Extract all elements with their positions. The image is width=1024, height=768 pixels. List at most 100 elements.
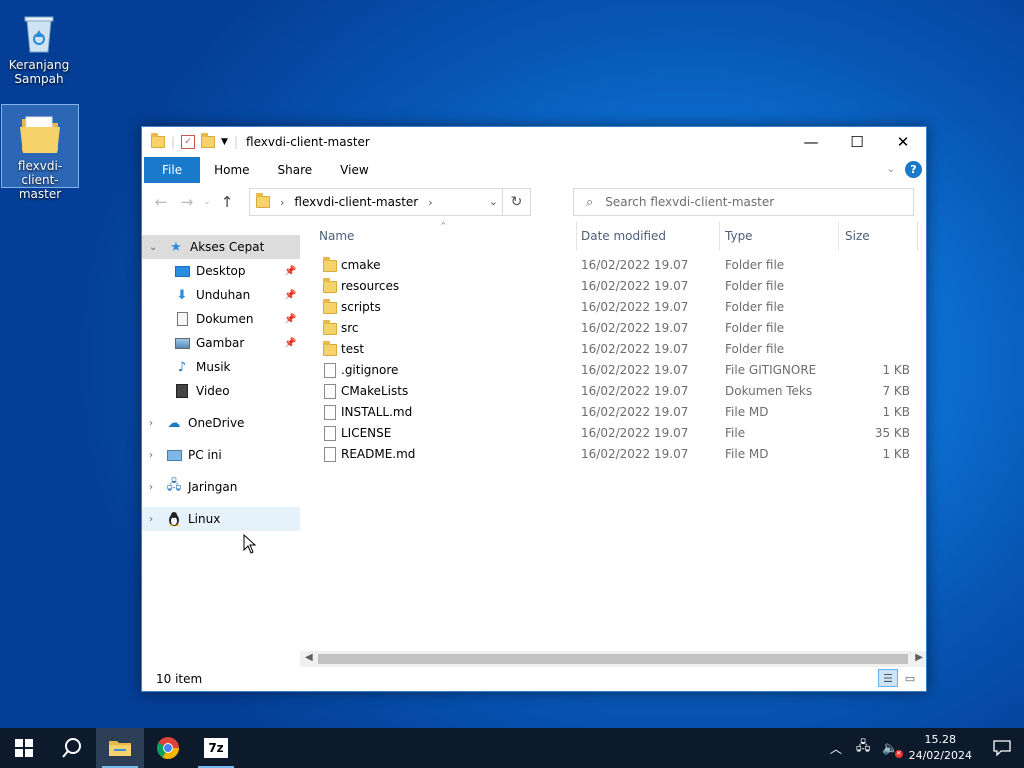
nav-item-jaringan[interactable]: › 🖧 Jaringan bbox=[142, 475, 300, 499]
folder-icon bbox=[323, 320, 337, 336]
nav-item-onedrive[interactable]: › ☁ OneDrive bbox=[142, 411, 300, 435]
table-row[interactable]: cmake 16/02/2022 19.07 Folder file bbox=[300, 255, 926, 276]
file-icon bbox=[323, 446, 337, 462]
7zip-icon: 7z bbox=[204, 738, 228, 758]
minimize-button[interactable]: — bbox=[788, 127, 834, 157]
table-row[interactable]: test 16/02/2022 19.07 Folder file bbox=[300, 339, 926, 360]
properties-icon[interactable]: ✓ bbox=[181, 135, 196, 149]
notification-button[interactable] bbox=[980, 728, 1024, 768]
back-icon[interactable]: ← bbox=[148, 193, 174, 211]
nav-item-musik[interactable]: ♪ Musik bbox=[142, 355, 300, 379]
start-button[interactable] bbox=[0, 728, 48, 768]
file-name: src bbox=[341, 321, 359, 335]
new-folder-icon[interactable] bbox=[201, 133, 216, 148]
expand-icon[interactable]: › bbox=[149, 482, 153, 493]
file-size: 1 KB bbox=[882, 363, 910, 377]
address-bar[interactable]: › flexvdi-client-master › ⌄ ↻ bbox=[249, 188, 531, 216]
search-button[interactable] bbox=[48, 728, 96, 768]
up-icon[interactable]: ↑ bbox=[214, 193, 240, 211]
chevron-right-icon[interactable]: › bbox=[428, 196, 432, 209]
music-icon: ♪ bbox=[177, 359, 187, 375]
file-icon bbox=[323, 362, 337, 378]
tab-share[interactable]: Share bbox=[264, 157, 327, 183]
recent-locations-icon[interactable]: ⌄ bbox=[200, 197, 214, 207]
scroll-right-icon[interactable]: ▶ bbox=[915, 652, 923, 663]
table-row[interactable]: .gitignore 16/02/2022 19.07 File GITIGNO… bbox=[300, 360, 926, 381]
clock[interactable]: 15.28 24/02/2024 bbox=[909, 732, 972, 764]
expand-icon[interactable]: › bbox=[149, 514, 153, 525]
title-bar[interactable]: | ✓ ▼ | flexvdi-client-master — ☐ ✕ bbox=[142, 127, 926, 157]
large-icons-view-icon[interactable]: ▭ bbox=[900, 669, 920, 687]
chevron-up-icon[interactable]: ︿ bbox=[830, 740, 842, 757]
pin-icon[interactable]: 📌 bbox=[284, 314, 296, 325]
horizontal-scrollbar[interactable]: ◀ ▶ bbox=[300, 651, 926, 667]
scrollbar-thumb[interactable] bbox=[318, 654, 908, 664]
computer-icon bbox=[166, 447, 182, 463]
table-row[interactable]: scripts 16/02/2022 19.07 Folder file bbox=[300, 297, 926, 318]
nav-item-desktop[interactable]: Desktop 📌 bbox=[142, 259, 300, 283]
nav-item-linux[interactable]: › Linux bbox=[142, 507, 300, 531]
chevron-down-icon[interactable]: ⌄ bbox=[489, 195, 498, 208]
details-view-icon[interactable]: ☰ bbox=[878, 669, 898, 687]
maximize-button[interactable]: ☐ bbox=[834, 127, 880, 157]
folder-icon bbox=[256, 193, 270, 208]
tab-file[interactable]: File bbox=[144, 157, 201, 183]
file-type: File MD bbox=[725, 447, 769, 461]
forward-icon[interactable]: → bbox=[174, 193, 200, 211]
pin-icon[interactable]: 📌 bbox=[284, 338, 296, 349]
file-list: ^ Name Date modified Type Size cmake 16/… bbox=[300, 221, 926, 681]
tab-view[interactable]: View bbox=[326, 157, 382, 183]
desktop-icon-flexvdi-folder[interactable]: flexvdi-client-master bbox=[1, 104, 79, 201]
nav-item-pc[interactable]: › PC ini bbox=[142, 443, 300, 467]
file-type: Folder file bbox=[725, 300, 785, 314]
taskbar: 7z ︿ 🖧 🔈 ✕ 15.28 24/02/2024 bbox=[0, 728, 1024, 768]
scroll-left-icon[interactable]: ◀ bbox=[305, 652, 313, 663]
nav-label: Akses Cepat bbox=[190, 240, 265, 254]
expand-ribbon-icon[interactable]: ⌄ bbox=[887, 164, 895, 175]
customize-toolbar-icon[interactable]: ▼ bbox=[221, 137, 228, 147]
nav-quick-access[interactable]: ⌄ ★ Akses Cepat bbox=[142, 235, 300, 259]
pin-icon[interactable]: 📌 bbox=[284, 290, 296, 301]
table-row[interactable]: src 16/02/2022 19.07 Folder file bbox=[300, 318, 926, 339]
refresh-icon[interactable]: ↻ bbox=[502, 189, 530, 215]
file-size: 1 KB bbox=[882, 447, 910, 461]
breadcrumb[interactable]: flexvdi-client-master bbox=[294, 195, 418, 209]
file-type: File GITIGNORE bbox=[725, 363, 817, 377]
search-input[interactable]: ⌕ Search flexvdi-client-master bbox=[573, 188, 914, 216]
desktop-icon-recycle-bin[interactable]: Keranjang Sampah bbox=[0, 4, 78, 86]
taskbar-chrome[interactable] bbox=[144, 728, 192, 768]
expand-icon[interactable]: › bbox=[149, 450, 153, 461]
column-header-size[interactable]: Size bbox=[838, 221, 918, 251]
file-date: 16/02/2022 19.07 bbox=[581, 405, 689, 419]
column-header-type[interactable]: Type bbox=[719, 221, 839, 251]
tab-home[interactable]: Home bbox=[200, 157, 263, 183]
nav-label: Jaringan bbox=[188, 480, 238, 494]
help-icon[interactable]: ? bbox=[905, 161, 922, 178]
nav-item-dokumen[interactable]: Dokumen 📌 bbox=[142, 307, 300, 331]
column-header-name[interactable]: Name bbox=[300, 221, 558, 251]
nav-item-gambar[interactable]: Gambar 📌 bbox=[142, 331, 300, 355]
table-row[interactable]: CMakeLists 16/02/2022 19.07 Dokumen Teks… bbox=[300, 381, 926, 402]
pin-icon[interactable]: 📌 bbox=[284, 266, 296, 277]
file-date: 16/02/2022 19.07 bbox=[581, 342, 689, 356]
column-header-date[interactable]: Date modified bbox=[576, 221, 720, 251]
expand-icon[interactable]: › bbox=[149, 418, 153, 429]
file-date: 16/02/2022 19.07 bbox=[581, 279, 689, 293]
nav-item-video[interactable]: Video bbox=[142, 379, 300, 403]
collapse-icon[interactable]: ⌄ bbox=[149, 242, 157, 253]
table-row[interactable]: resources 16/02/2022 19.07 Folder file bbox=[300, 276, 926, 297]
column-label: Size bbox=[845, 229, 870, 243]
table-row[interactable]: README.md 16/02/2022 19.07 File MD 1 KB bbox=[300, 444, 926, 465]
file-type: Folder file bbox=[725, 321, 785, 335]
table-row[interactable]: LICENSE 16/02/2022 19.07 File 35 KB bbox=[300, 423, 926, 444]
close-button[interactable]: ✕ bbox=[880, 127, 926, 157]
taskbar-file-explorer[interactable] bbox=[96, 728, 144, 768]
nav-item-unduhan[interactable]: ⬇ Unduhan 📌 bbox=[142, 283, 300, 307]
taskbar-7zip[interactable]: 7z bbox=[192, 728, 240, 768]
file-name: .gitignore bbox=[341, 363, 399, 377]
chrome-icon bbox=[157, 737, 179, 759]
table-row[interactable]: INSTALL.md 16/02/2022 19.07 File MD 1 KB bbox=[300, 402, 926, 423]
network-icon[interactable]: 🖧 bbox=[856, 737, 871, 759]
speaker-muted-icon[interactable]: 🔈 ✕ bbox=[882, 741, 903, 758]
nav-label: Musik bbox=[196, 360, 231, 374]
